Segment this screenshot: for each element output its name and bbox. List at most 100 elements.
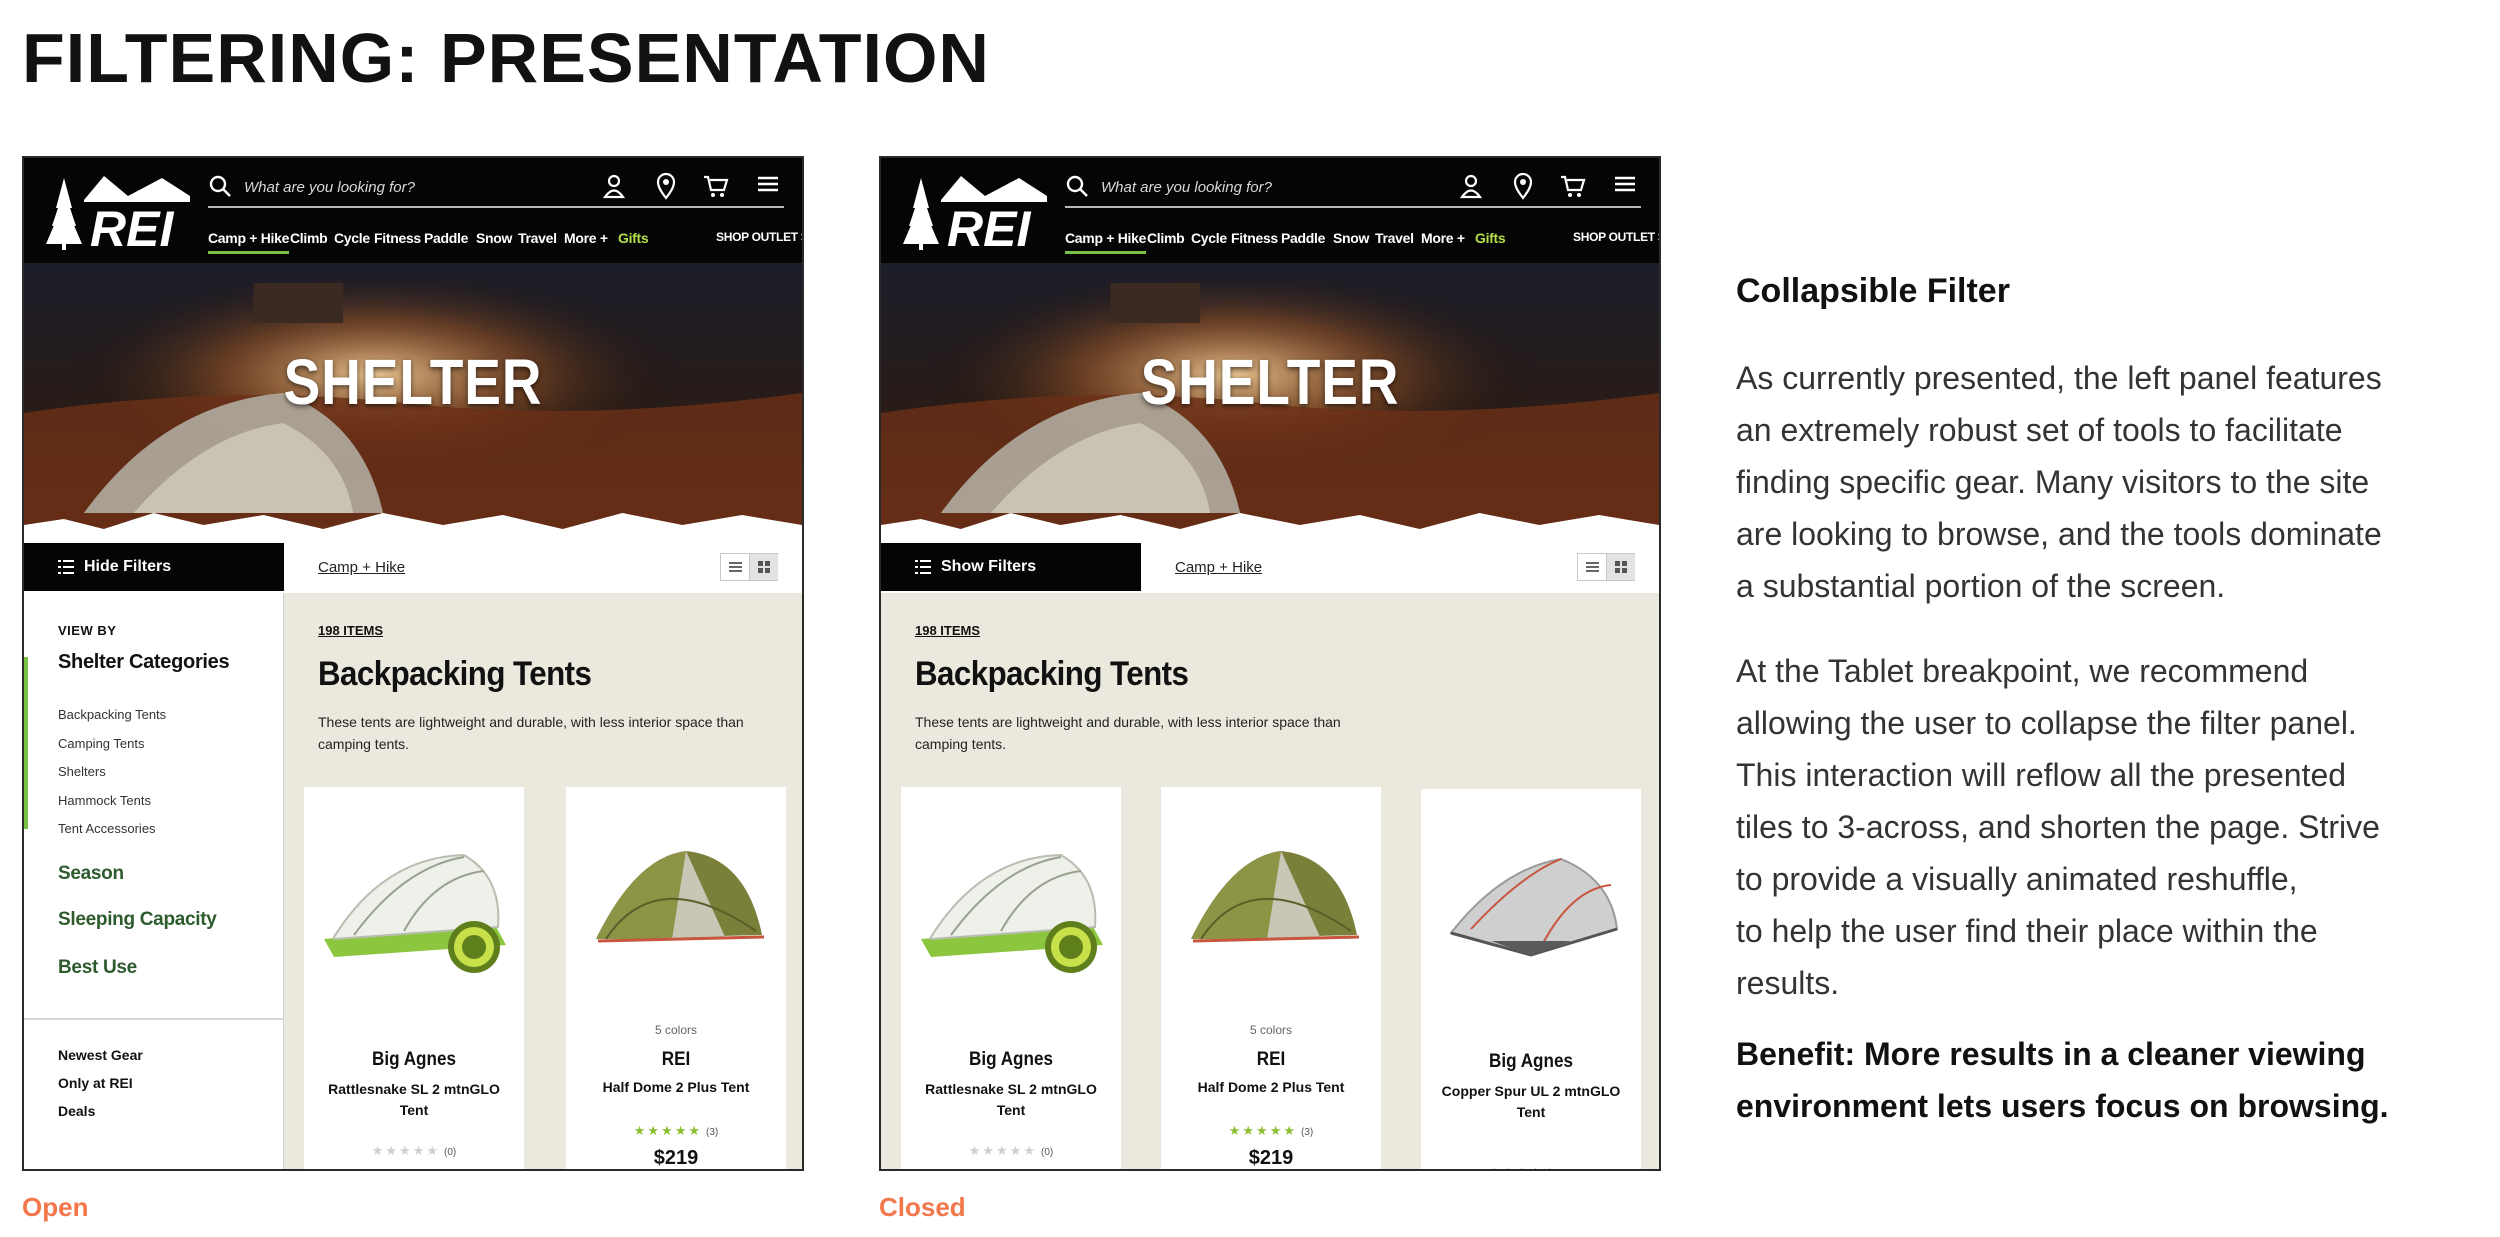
nav-item-camp-hike[interactable]: Camp + Hike bbox=[208, 230, 289, 254]
stars-filled: ★★★★★ bbox=[1489, 1165, 1557, 1169]
nav-item-shop-outlet[interactable]: SHOP OUTLET > bbox=[1573, 230, 1659, 244]
review-count: (3) bbox=[1301, 1127, 1314, 1138]
toggle-filters-label: Show Filters bbox=[941, 558, 1037, 575]
nav-item-gifts[interactable]: Gifts bbox=[618, 230, 649, 246]
product-area: 198 ITEMS Backpacking Tents These tents … bbox=[284, 593, 802, 1169]
product-card[interactable]: 5 colors REI Half Dome 2 Plus Tent ★★★★★ (3)… bbox=[566, 787, 786, 1169]
view-by-label: VIEW BY bbox=[58, 623, 117, 638]
product-name[interactable]: Half Dome 2 Plus Tent bbox=[1171, 1077, 1371, 1098]
description-panel: Collapsible Filter As currently presente… bbox=[1736, 272, 2496, 1124]
view-toggle[interactable] bbox=[1577, 553, 1635, 581]
description-heading: Collapsible Filter bbox=[1736, 272, 2010, 310]
star-rating: ★★★★★ (0) bbox=[304, 1143, 524, 1159]
product-name[interactable]: Copper Spur UL 2 mtnGLO Tent bbox=[1431, 1081, 1631, 1123]
product-card[interactable]: 5 colors REI Half Dome 2 Plus Tent ★★★★★ (3)… bbox=[1161, 787, 1381, 1169]
color-count: 5 colors bbox=[1249, 1023, 1293, 1037]
review-count: (0) bbox=[1041, 1147, 1054, 1158]
svg-text:REI: REI bbox=[947, 201, 1031, 256]
grid-view-button[interactable] bbox=[1607, 554, 1635, 580]
account-icon[interactable] bbox=[600, 172, 628, 200]
tent-image[interactable] bbox=[314, 827, 514, 977]
nav-item-shop-outlet[interactable]: SHOP OUTLET > bbox=[716, 230, 802, 244]
tent-image[interactable] bbox=[1431, 829, 1631, 979]
search-input[interactable] bbox=[1101, 174, 1481, 200]
nav-item-paddle[interactable]: Paddle bbox=[424, 230, 468, 246]
tent-image[interactable] bbox=[911, 827, 1111, 977]
listing-title: Backpacking Tents bbox=[318, 655, 592, 693]
shelter-categories-heading[interactable]: Shelter Categories bbox=[58, 651, 230, 674]
list-view-icon bbox=[729, 562, 742, 572]
product-card[interactable]: Big Agnes Rattlesnake SL 2 mtnGLO Tent ★★★… bbox=[901, 787, 1121, 1169]
item-count: 198 ITEMS bbox=[915, 623, 981, 638]
filter-bar: Hide Filters Camp + Hike bbox=[24, 543, 802, 593]
category-link[interactable]: Backpacking Tents bbox=[58, 707, 166, 722]
nav-item-cycle[interactable]: Cycle bbox=[334, 230, 370, 246]
category-link[interactable]: Shelters bbox=[58, 764, 106, 779]
product-brand: Big Agnes bbox=[372, 1049, 456, 1070]
account-icon[interactable] bbox=[1457, 172, 1485, 200]
cart-icon[interactable] bbox=[1559, 172, 1587, 200]
category-link[interactable]: Camping Tents bbox=[58, 736, 144, 751]
list-view-button[interactable] bbox=[721, 554, 750, 580]
nav-item-cycle[interactable]: Cycle bbox=[1191, 230, 1227, 246]
search-input[interactable] bbox=[244, 174, 624, 200]
search-bar[interactable] bbox=[208, 168, 784, 208]
nav-item-travel[interactable]: Travel bbox=[518, 230, 557, 246]
breadcrumb-link[interactable]: Camp + Hike bbox=[318, 559, 405, 576]
site-header: REI C bbox=[881, 158, 1659, 263]
product-name[interactable]: Rattlesnake SL 2 mtnGLO Tent bbox=[314, 1079, 514, 1121]
product-brand: REI bbox=[1256, 1049, 1286, 1070]
nav-item-more[interactable]: More + bbox=[564, 230, 608, 246]
list-view-button[interactable] bbox=[1578, 554, 1607, 580]
product-area: 198 ITEMS Backpacking Tents These tents … bbox=[881, 593, 1659, 1169]
sidebar-link[interactable]: Deals bbox=[58, 1103, 95, 1119]
view-toggle[interactable] bbox=[720, 553, 778, 581]
paragraph-line: This interaction will reflow all the pre… bbox=[1736, 757, 2347, 793]
nav-item-fitness[interactable]: Fitness bbox=[1231, 230, 1278, 246]
stars-empty: ★★★★★ bbox=[371, 1143, 441, 1158]
category-link[interactable]: Hammock Tents bbox=[58, 793, 151, 808]
category-link[interactable]: Tent Accessories bbox=[58, 821, 156, 836]
search-icon bbox=[209, 175, 231, 197]
location-pin-icon[interactable] bbox=[1509, 172, 1537, 200]
sidebar-link[interactable]: Only at REI bbox=[58, 1075, 133, 1091]
rei-logo[interactable]: REI bbox=[895, 166, 1055, 256]
product-card[interactable]: Big Agnes Rattlesnake SL 2 mtnGLO Tent ★★★… bbox=[304, 787, 524, 1169]
nav-item-travel[interactable]: Travel bbox=[1375, 230, 1414, 246]
nav-item-paddle[interactable]: Paddle bbox=[1281, 230, 1325, 246]
toggle-filters-button[interactable]: Show Filters bbox=[881, 543, 1141, 591]
filter-bar: Show Filters Camp + Hike bbox=[881, 543, 1659, 593]
nav-item-more[interactable]: More + bbox=[1421, 230, 1465, 246]
cart-icon[interactable] bbox=[702, 172, 730, 200]
product-name[interactable]: Half Dome 2 Plus Tent bbox=[576, 1077, 776, 1098]
menu-icon[interactable] bbox=[754, 172, 782, 200]
menu-icon[interactable] bbox=[1611, 172, 1639, 200]
nav-item-fitness[interactable]: Fitness bbox=[374, 230, 421, 246]
nav-item-camp-hike[interactable]: Camp + Hike bbox=[1065, 230, 1146, 254]
nav-item-climb[interactable]: Climb bbox=[290, 230, 328, 246]
paragraph-line: results. bbox=[1736, 965, 1840, 1001]
listing-description: These tents are lightweight and durable,… bbox=[915, 714, 1341, 752]
nav-item-snow[interactable]: Snow bbox=[476, 230, 512, 246]
listing-description: These tents are lightweight and durable,… bbox=[318, 714, 744, 752]
sidebar-link[interactable]: Newest Gear bbox=[58, 1047, 143, 1063]
caption-closed: Closed bbox=[879, 1192, 966, 1222]
filter-heading-sleeping-capacity[interactable]: Sleeping Capacity bbox=[58, 909, 217, 931]
toggle-filters-button[interactable]: Hide Filters bbox=[24, 543, 284, 591]
tent-image[interactable] bbox=[1171, 827, 1371, 977]
nav-item-gifts[interactable]: Gifts bbox=[1475, 230, 1506, 246]
filter-heading-season[interactable]: Season bbox=[58, 863, 124, 885]
product-card[interactable]: Big Agnes Copper Spur UL 2 mtnGLO Tent ★★★… bbox=[1421, 789, 1641, 1169]
category-nav: Camp + Hike Climb Cycle Fitness Paddle Snow Tr… bbox=[208, 230, 802, 256]
paragraph-line: finding specific gear. Many visitors to … bbox=[1736, 464, 2370, 500]
filter-heading-best-use[interactable]: Best Use bbox=[58, 957, 137, 979]
breadcrumb-link[interactable]: Camp + Hike bbox=[1175, 559, 1262, 576]
nav-item-snow[interactable]: Snow bbox=[1333, 230, 1369, 246]
search-bar[interactable] bbox=[1065, 168, 1641, 208]
location-pin-icon[interactable] bbox=[652, 172, 680, 200]
grid-view-button[interactable] bbox=[750, 554, 778, 580]
product-name[interactable]: Rattlesnake SL 2 mtnGLO Tent bbox=[911, 1079, 1111, 1121]
rei-logo[interactable]: REI bbox=[38, 166, 198, 256]
nav-item-climb[interactable]: Climb bbox=[1147, 230, 1185, 246]
tent-image[interactable] bbox=[576, 827, 776, 977]
